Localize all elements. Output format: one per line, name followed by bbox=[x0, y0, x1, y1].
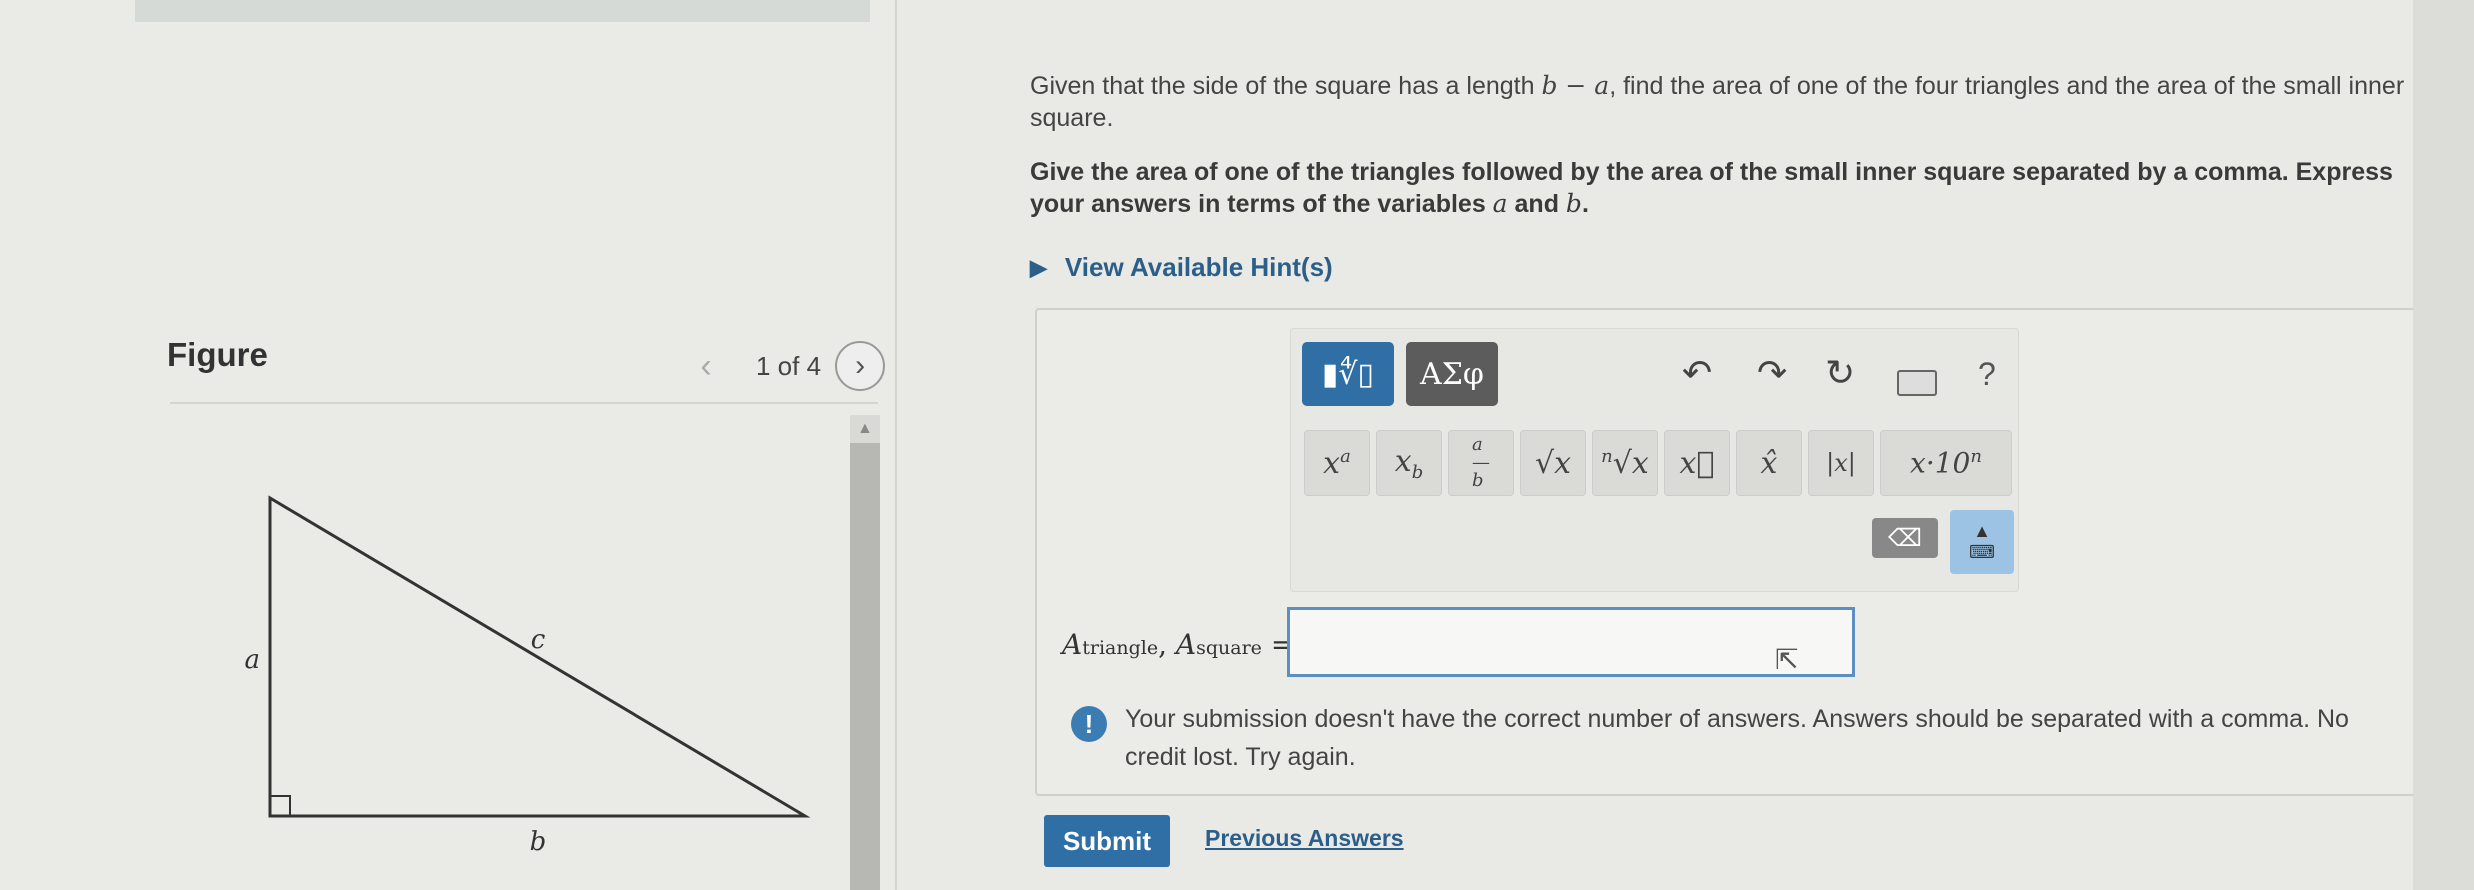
subscript-button[interactable]: xb bbox=[1376, 430, 1442, 496]
page-edge bbox=[2413, 0, 2474, 890]
figure-divider bbox=[170, 402, 878, 404]
keyboard-icon[interactable] bbox=[1897, 370, 1937, 396]
backspace-icon: ⌫ bbox=[1888, 524, 1922, 552]
triangle-figure: a b c bbox=[244, 495, 811, 857]
keyboard-icon: ⌨ bbox=[1969, 542, 1995, 562]
submit-button[interactable]: Submit bbox=[1044, 815, 1170, 867]
label-A-triangle: A bbox=[1062, 628, 1083, 661]
chevron-right-icon: › bbox=[855, 349, 866, 382]
next-figure-button[interactable]: › bbox=[835, 341, 886, 391]
answer-input[interactable] bbox=[1287, 607, 1855, 677]
superscript-icon: xa bbox=[1323, 445, 1351, 481]
help-button[interactable]: ? bbox=[1978, 356, 1996, 393]
scroll-thumb[interactable] bbox=[850, 443, 880, 890]
warning-icon: ! bbox=[1071, 706, 1107, 742]
prev-figure-button[interactable]: ‹ bbox=[680, 340, 732, 392]
label-A-square: A bbox=[1175, 628, 1197, 661]
side-label-c: c bbox=[531, 625, 546, 655]
previous-answers-link[interactable]: Previous Answers bbox=[1205, 825, 1404, 852]
keyboard-toggle-button[interactable]: ▲ ⌨ bbox=[1950, 510, 2014, 574]
side-label-b: b bbox=[530, 827, 547, 857]
sci-notation-icon: x·10n bbox=[1910, 446, 1982, 480]
problem-prompt: Given that the side of the square has a … bbox=[1030, 70, 2440, 134]
backspace-button[interactable]: ⌫ bbox=[1872, 518, 1938, 558]
panel-divider bbox=[895, 0, 897, 890]
right-triangle bbox=[268, 495, 811, 818]
superscript-button[interactable]: xa bbox=[1304, 430, 1370, 496]
label-sub-square: square bbox=[1196, 637, 1262, 659]
unit-vector-icon: x̂ bbox=[1760, 445, 1778, 481]
fraction-button[interactable]: a — b bbox=[1448, 430, 1514, 496]
hints-label: View Available Hint(s) bbox=[1064, 252, 1333, 282]
vector-button[interactable]: x⃗ bbox=[1664, 430, 1730, 496]
fraction-icon: a — b bbox=[1472, 434, 1490, 491]
nth-root-icon: n√x bbox=[1601, 445, 1649, 481]
right-angle-marker bbox=[269, 795, 291, 817]
figure-title: Figure bbox=[167, 336, 268, 373]
sci-notation-button[interactable]: x·10n bbox=[1880, 430, 2012, 496]
undo-icon[interactable]: ↶ bbox=[1682, 352, 1712, 394]
abs-value-icon: |x| bbox=[1826, 449, 1856, 477]
instruction-mid: and bbox=[1507, 190, 1566, 218]
unit-vector-button[interactable]: x̂ bbox=[1736, 430, 1802, 496]
figure-pager: ‹ 1 of 4 › bbox=[680, 340, 886, 392]
reset-icon[interactable]: ↻ bbox=[1825, 352, 1855, 394]
prompt-text: Given that the side of the square has a … bbox=[1030, 72, 1542, 100]
label-separator: , bbox=[1158, 628, 1176, 661]
problem-instruction: Give the area of one of the triangles fo… bbox=[1030, 156, 2440, 220]
caret-right-icon: ▶ bbox=[1030, 254, 1047, 280]
chevron-up-icon: ▲ bbox=[1973, 521, 1991, 541]
label-sub-triangle: triangle bbox=[1082, 637, 1159, 659]
abs-value-button[interactable]: |x| bbox=[1808, 430, 1874, 496]
sqrt-icon: √x bbox=[1534, 445, 1572, 481]
symbols-button[interactable]: ΑΣφ bbox=[1406, 342, 1498, 406]
feedback-message: Your submission doesn't have the correct… bbox=[1125, 705, 2349, 771]
answer-label: Atriangle, Asquare = bbox=[1062, 628, 1294, 661]
scroll-up-arrow-icon[interactable]: ▲ bbox=[857, 420, 873, 438]
side-label-a: a bbox=[244, 645, 260, 675]
figure-scrollbar[interactable]: ▲ bbox=[850, 415, 880, 890]
top-bar bbox=[135, 0, 870, 22]
prompt-math: b − a bbox=[1541, 71, 1610, 100]
mouse-cursor-icon: ⇱ bbox=[1775, 644, 1799, 675]
redo-icon[interactable]: ↷ bbox=[1757, 352, 1787, 394]
subscript-icon: xb bbox=[1394, 443, 1424, 483]
sqrt-button[interactable]: √x bbox=[1520, 430, 1586, 496]
vector-icon: x⃗ bbox=[1679, 445, 1715, 481]
var-a: a bbox=[1492, 189, 1508, 218]
var-b: b bbox=[1565, 189, 1582, 218]
view-hints-link[interactable]: ▶ View Available Hint(s) bbox=[1030, 252, 1333, 283]
instruction-end: . bbox=[1581, 190, 1589, 218]
chevron-left-icon: ‹ bbox=[700, 346, 712, 385]
nth-root-button[interactable]: n√x bbox=[1592, 430, 1658, 496]
pager-text: 1 of 4 bbox=[756, 350, 822, 381]
instruction-text: Give the area of one of the triangles fo… bbox=[1030, 158, 2393, 218]
templates-button[interactable]: ▮∜▯ bbox=[1302, 342, 1394, 406]
